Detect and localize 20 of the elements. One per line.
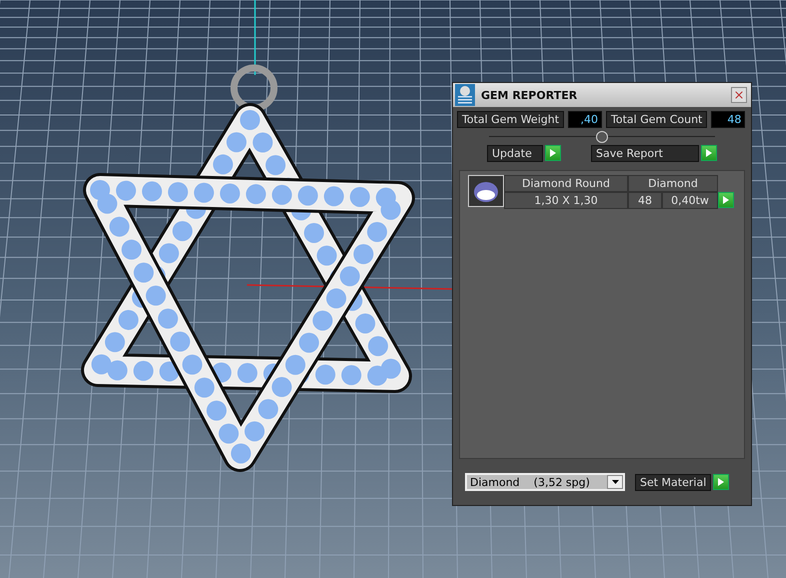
gem-thumbnail	[468, 175, 504, 207]
total-value: 48	[711, 111, 746, 128]
gem-shape: Diamond Round	[504, 175, 628, 192]
total-label: Total Gem Weight	[457, 111, 564, 128]
report-icon	[455, 84, 475, 106]
material-select[interactable]: Diamond (3,52 spg)	[465, 473, 625, 491]
gem-size: 1,30 X 1,30	[504, 192, 628, 209]
gem-count: 48	[628, 192, 662, 209]
total-label: Total Gem Count	[606, 111, 708, 128]
3d-viewport[interactable]: GEM REPORTER Total Gem Weight ,40 Total Gem Count 48 Update Save Report Diamond Round Diamond 1,30 X 1,30 48 0,40tw Diamond (3,52 spg) Set Material	[0, 0, 786, 578]
total-value: ,40	[568, 111, 602, 128]
set-material-button[interactable]: Set Material	[635, 474, 712, 490]
gem-weight: 0,40tw	[662, 192, 718, 209]
splitter-handle[interactable]	[596, 131, 608, 143]
dropdown-icon[interactable]	[607, 475, 623, 489]
action-button[interactable]: Save Report	[591, 145, 699, 162]
action-button[interactable]: Update	[487, 145, 543, 162]
gem-material: Diamond	[628, 175, 718, 192]
play-icon[interactable]	[713, 474, 730, 490]
panel-title: GEM REPORTER	[481, 88, 578, 102]
